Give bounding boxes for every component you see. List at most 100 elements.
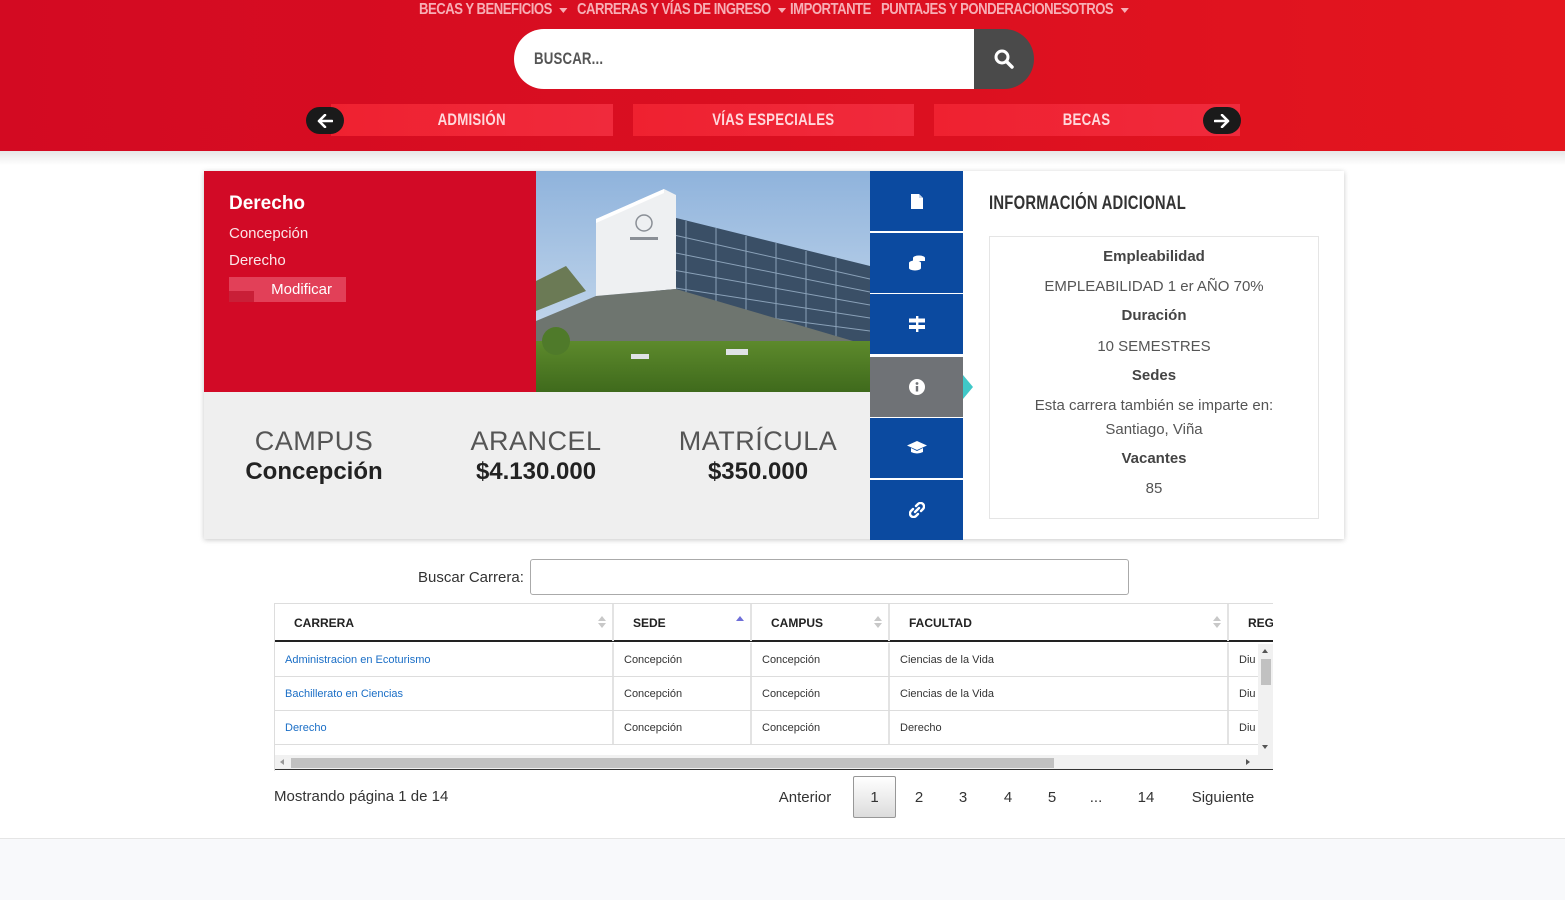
column-header-carrera[interactable]: CARRERA <box>275 604 614 641</box>
side-tab-education[interactable] <box>870 418 963 478</box>
side-tab-info[interactable] <box>870 357 963 417</box>
career-summary: Derecho Concepción Derecho Modificar <box>204 171 536 392</box>
carousel-next-button[interactable] <box>1203 107 1241 134</box>
cell-carrera: Administracion en Ecoturismo <box>275 643 614 676</box>
nav-importante[interactable]: IMPORTANTE <box>790 1 871 19</box>
stat-value: Concepción <box>245 458 383 485</box>
career-link[interactable]: Derecho <box>285 722 327 734</box>
site-header: BECAS Y BENEFICIOS CARRERAS Y VÍAS DE IN… <box>0 0 1565 151</box>
chevron-down-icon <box>559 7 568 13</box>
site-search: BUSCAR... <box>514 29 1034 89</box>
stat-matricula: MATRÍCULA $350.000 <box>658 426 858 486</box>
modify-button[interactable]: Modificar <box>229 277 346 302</box>
nav-becas-beneficios[interactable]: BECAS Y BENEFICIOS <box>419 1 568 19</box>
scrollbar-thumb[interactable] <box>1261 659 1271 685</box>
nav-otros[interactable]: OTROS <box>1069 1 1129 19</box>
signpost-icon <box>908 316 925 332</box>
scroll-up-icon[interactable] <box>1262 649 1268 653</box>
modify-button-icon <box>229 291 254 302</box>
employability-value: EMPLEABILIDAD 1 er AÑO 70% <box>1044 278 1264 295</box>
column-label: REGI <box>1248 615 1273 630</box>
cell-sede: Concepción <box>614 677 752 710</box>
campus-photo <box>536 171 870 392</box>
modify-label: Modificar <box>271 281 332 298</box>
side-tab-links[interactable] <box>870 480 963 540</box>
nav-label: BECAS Y BENEFICIOS <box>419 1 552 18</box>
stat-label: ARANCEL <box>470 426 602 456</box>
tab-label: ADMISIÓN <box>437 110 507 129</box>
duration-value: 10 SEMESTRES <box>1097 338 1211 355</box>
sedes-heading: Sedes <box>1131 367 1177 384</box>
cell-carrera: Derecho <box>275 711 614 744</box>
pagination-page[interactable]: 5 <box>1036 776 1068 818</box>
header-shadow <box>0 151 1565 165</box>
table-row: Administracion en Ecoturismo Concepción … <box>275 643 1273 677</box>
stat-arancel: ARANCEL $4.130.000 <box>436 426 636 486</box>
table-body: Administracion en Ecoturismo Concepción … <box>275 643 1273 745</box>
side-tab-coins[interactable] <box>870 233 963 293</box>
table-header: CARRERA SEDE CAMPUS FACULTAD REGI <box>275 603 1273 642</box>
vacancies-value: 85 <box>1145 480 1163 497</box>
tab-label: VÍAS ESPECIALES <box>712 110 835 129</box>
career-search-label: Buscar Carrera: <box>418 568 524 586</box>
sort-icon <box>1213 616 1221 630</box>
duration-heading: Duración <box>1121 307 1187 324</box>
side-tab-signpost[interactable] <box>870 294 963 354</box>
pagination-page[interactable]: 14 <box>1127 776 1165 818</box>
document-icon <box>910 193 923 209</box>
search-input[interactable]: BUSCAR... <box>514 29 974 89</box>
pagination-ellipsis: ... <box>1089 788 1103 806</box>
pagination-previous[interactable]: Anterior <box>772 776 838 818</box>
pagination-page-current[interactable]: 1 <box>853 776 896 818</box>
pagination-page[interactable]: 2 <box>903 776 935 818</box>
scroll-down-icon[interactable] <box>1262 745 1268 749</box>
active-tab-pointer <box>963 375 973 399</box>
page-footer <box>0 838 1565 900</box>
cell-sede: Concepción <box>614 711 752 744</box>
carousel-prev-button[interactable] <box>306 107 344 134</box>
pagination-info: Mostrando página 1 de 14 <box>274 788 449 805</box>
cell-facultad: Derecho <box>890 711 1229 744</box>
sedes-description: Esta carrera también se imparte en: <box>1034 397 1274 414</box>
column-header-sede[interactable]: SEDE <box>614 604 752 641</box>
stat-campus: CAMPUS Concepción <box>214 426 414 486</box>
sedes-list: Santiago, Viña <box>1105 421 1203 438</box>
career-link[interactable]: Bachillerato en Ciencias <box>285 688 403 700</box>
nav-label: CARRERAS Y VÍAS DE INGRESO <box>577 1 771 18</box>
side-tab-document[interactable] <box>870 171 963 231</box>
stat-label: MATRÍCULA <box>678 426 838 456</box>
tab-becas[interactable]: BECAS <box>934 104 1240 136</box>
vacancies-heading: Vacantes <box>1121 450 1187 467</box>
column-header-facultad[interactable]: FACULTAD <box>890 604 1229 641</box>
horizontal-scrollbar[interactable] <box>275 755 1273 770</box>
chevron-down-icon <box>778 7 787 13</box>
career-faculty: Derecho <box>229 252 286 269</box>
cell-carrera: Bachillerato en Ciencias <box>275 677 614 710</box>
nav-carreras-vias[interactable]: CARRERAS Y VÍAS DE INGRESO <box>577 1 787 19</box>
nav-puntajes[interactable]: PUNTAJES Y PONDERACIONES <box>881 1 1070 19</box>
employability-heading: Empleabilidad <box>1103 248 1205 265</box>
info-icon <box>908 379 925 395</box>
column-header-campus[interactable]: CAMPUS <box>752 604 890 641</box>
scroll-right-icon[interactable] <box>1246 759 1250 765</box>
career-card: Derecho Concepción Derecho Modificar CAM… <box>204 171 1344 540</box>
nav-label: OTROS <box>1069 1 1114 18</box>
column-header-regimen[interactable]: REGI <box>1229 604 1273 641</box>
pagination-page[interactable]: 4 <box>992 776 1024 818</box>
sort-icon <box>598 616 606 630</box>
scrollbar-thumb[interactable] <box>291 758 1054 768</box>
table-row: Bachillerato en Ciencias Concepción Conc… <box>275 677 1273 711</box>
vertical-scrollbar[interactable] <box>1258 644 1273 755</box>
search-button[interactable] <box>974 29 1034 89</box>
tab-vias-especiales[interactable]: VÍAS ESPECIALES <box>633 104 914 136</box>
tab-label: BECAS <box>1063 110 1111 129</box>
arrow-right-icon <box>1214 113 1230 128</box>
career-link[interactable]: Administracion en Ecoturismo <box>285 654 431 666</box>
column-label: CARRERA <box>294 615 354 630</box>
scroll-left-icon[interactable] <box>280 759 284 765</box>
pagination-page[interactable]: 3 <box>947 776 979 818</box>
info-side-tabs <box>870 171 963 540</box>
career-search-input[interactable] <box>530 559 1129 595</box>
pagination-next[interactable]: Siguiente <box>1184 776 1262 818</box>
tab-admision[interactable]: ADMISIÓN <box>331 104 613 136</box>
